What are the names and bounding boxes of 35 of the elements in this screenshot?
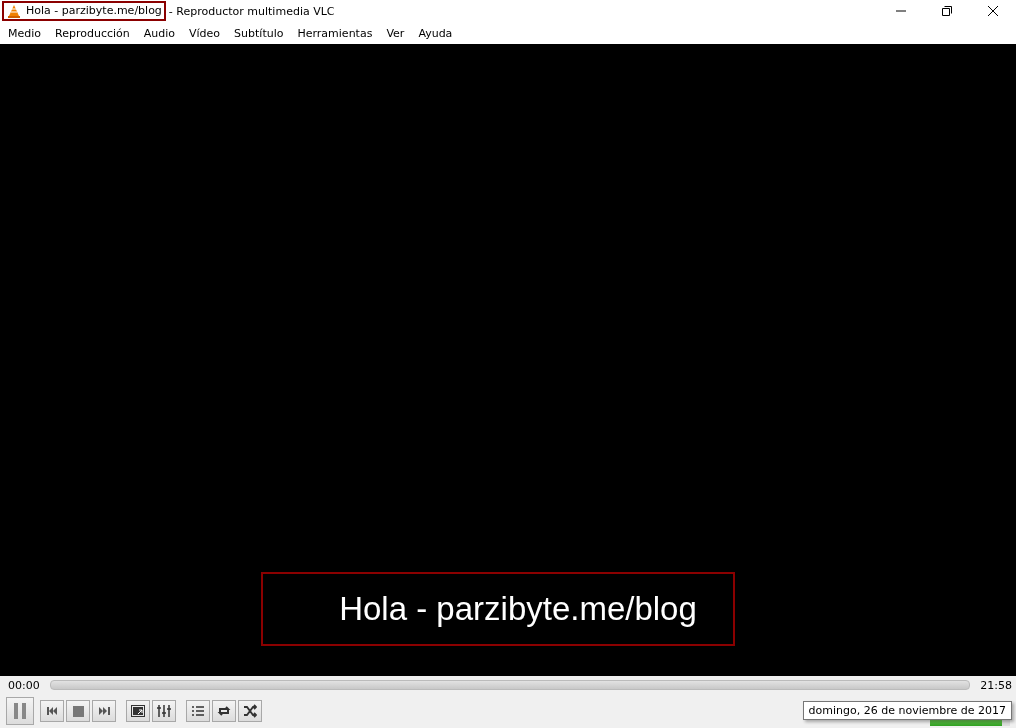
menu-item[interactable]: Herramientas bbox=[291, 26, 381, 40]
pause-icon bbox=[12, 702, 28, 720]
menu-item[interactable]: Reproducción bbox=[49, 26, 138, 40]
playlist-button[interactable] bbox=[186, 700, 210, 722]
menu-item[interactable]: Audio bbox=[137, 26, 183, 40]
close-icon bbox=[988, 6, 998, 16]
next-icon bbox=[97, 704, 111, 718]
stop-icon bbox=[71, 704, 85, 718]
fullscreen-icon bbox=[131, 705, 145, 717]
previous-button[interactable] bbox=[40, 700, 64, 722]
tooltip: domingo, 26 de noviembre de 2017 bbox=[802, 701, 1012, 720]
restore-icon bbox=[942, 6, 952, 16]
subtitle-text: Hola - parzibyte.me/blog bbox=[338, 590, 697, 628]
traffic-cone-icon bbox=[7, 4, 21, 18]
fullscreen-button[interactable] bbox=[126, 700, 150, 722]
pause-button[interactable] bbox=[6, 697, 34, 725]
loop-button[interactable] bbox=[212, 700, 236, 722]
window-title: Hola - parzibyte.me/blog bbox=[2, 1, 166, 21]
next-button[interactable] bbox=[92, 700, 116, 722]
playlist-icon bbox=[191, 705, 205, 717]
loop-icon bbox=[217, 704, 231, 718]
menu-item[interactable]: Ayuda bbox=[412, 26, 461, 40]
stop-button[interactable] bbox=[66, 700, 90, 722]
shuffle-button[interactable] bbox=[238, 700, 262, 722]
previous-icon bbox=[46, 704, 58, 718]
menu-item[interactable]: Vídeo bbox=[183, 26, 229, 40]
settings-button[interactable] bbox=[152, 700, 176, 722]
menu-item[interactable]: Ver bbox=[380, 26, 413, 40]
menu-item[interactable]: Medio bbox=[2, 26, 50, 40]
elapsed-time: 00:00 bbox=[8, 678, 40, 692]
menu-item[interactable]: Subtítulo bbox=[228, 26, 292, 40]
total-time: 21:58 bbox=[980, 678, 1012, 692]
window-title: - Reproductor multimedia VLC bbox=[168, 4, 335, 18]
equalizer-icon bbox=[157, 704, 171, 718]
shuffle-icon bbox=[243, 704, 257, 718]
